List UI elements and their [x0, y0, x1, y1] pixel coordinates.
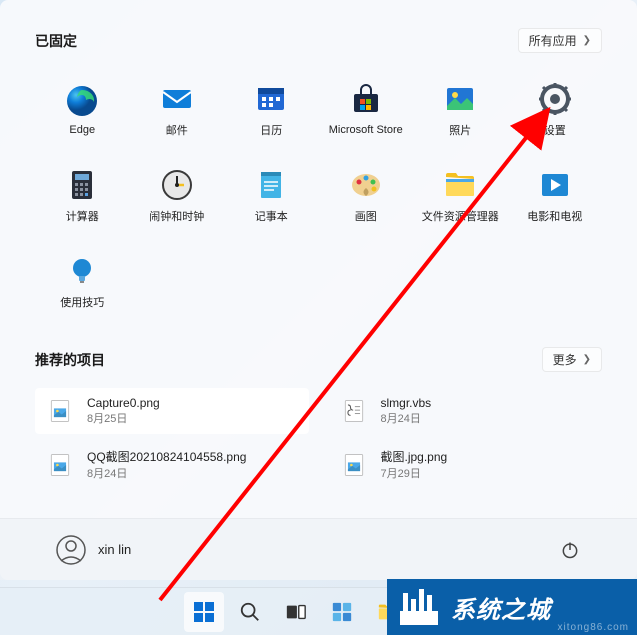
- store-icon: [349, 84, 383, 118]
- app-label: 记事本: [255, 208, 288, 224]
- app-label: 文件资源管理器: [422, 208, 499, 224]
- recommended-header: 推荐的项目 更多 ❯: [35, 347, 602, 372]
- power-button[interactable]: [551, 531, 589, 569]
- tips-icon: [65, 254, 99, 288]
- taskbar-taskview-button[interactable]: [276, 592, 316, 632]
- image-file-icon: [45, 450, 75, 480]
- file-name: Capture0.png: [87, 396, 160, 410]
- taskbar-widgets-button[interactable]: [322, 592, 362, 632]
- image-file-icon: [45, 396, 75, 426]
- start-menu: 已固定 所有应用 ❯ Edge 邮件: [0, 0, 637, 580]
- taskbar-start-button[interactable]: [184, 592, 224, 632]
- all-apps-label: 所有应用: [529, 32, 577, 49]
- file-date: 8月24日: [87, 465, 246, 481]
- app-tile-mail[interactable]: 邮件: [130, 69, 225, 151]
- app-label: 画图: [355, 208, 377, 224]
- clock-icon: [160, 168, 194, 202]
- user-power-row: xin lin: [0, 518, 637, 580]
- recommended-grid: Capture0.png 8月25日 slmgr.vbs 8月24日 Q: [35, 388, 602, 489]
- app-label: 使用技巧: [60, 294, 104, 310]
- watermark-logo-icon: [397, 585, 441, 629]
- app-label: 照片: [449, 122, 471, 138]
- app-label: 闹钟和时钟: [149, 208, 204, 224]
- photos-icon: [443, 82, 477, 116]
- app-tile-paint[interactable]: 画图: [319, 155, 414, 237]
- recommended-title: 推荐的项目: [35, 350, 105, 370]
- watermark-banner: 系统之城 xitong86.com: [387, 579, 637, 635]
- taskbar-search-button[interactable]: [230, 592, 270, 632]
- recommended-text: 截图.jpg.png 7月29日: [381, 448, 448, 481]
- power-icon: [560, 540, 580, 560]
- movies-icon: [538, 168, 572, 202]
- app-tile-photos[interactable]: 照片: [413, 69, 508, 151]
- all-apps-button[interactable]: 所有应用 ❯: [518, 28, 602, 53]
- recommended-item[interactable]: slmgr.vbs 8月24日: [329, 388, 603, 434]
- app-label: 日历: [260, 122, 282, 138]
- app-tile-clock[interactable]: 闹钟和时钟: [130, 155, 225, 237]
- pinned-header: 已固定 所有应用 ❯: [35, 28, 602, 53]
- app-tile-movies[interactable]: 电影和电视: [508, 155, 603, 237]
- taskview-icon: [285, 601, 307, 623]
- username: xin lin: [98, 542, 131, 557]
- image-file-icon: [339, 450, 369, 480]
- settings-icon: [538, 82, 572, 116]
- recommended-item[interactable]: 截图.jpg.png 7月29日: [329, 440, 603, 489]
- user-account-button[interactable]: xin lin: [48, 529, 139, 571]
- more-button[interactable]: 更多 ❯: [542, 347, 602, 372]
- app-label: 电影和电视: [527, 208, 582, 224]
- search-icon: [239, 601, 261, 623]
- more-label: 更多: [553, 351, 577, 368]
- recommended-text: Capture0.png 8月25日: [87, 396, 160, 426]
- file-date: 7月29日: [381, 465, 448, 481]
- paint-icon: [349, 168, 383, 202]
- file-date: 8月25日: [87, 410, 160, 426]
- file-name: 截图.jpg.png: [381, 448, 448, 465]
- recommended-section: 推荐的项目 更多 ❯ Capture0.png 8月25日: [35, 347, 602, 489]
- windows-icon: [192, 600, 216, 624]
- calculator-icon: [65, 168, 99, 202]
- app-tile-calculator[interactable]: 计算器: [35, 155, 130, 237]
- app-tile-explorer[interactable]: 文件资源管理器: [413, 155, 508, 237]
- recommended-item[interactable]: Capture0.png 8月25日: [35, 388, 309, 434]
- user-avatar-icon: [56, 535, 86, 565]
- explorer-icon: [443, 168, 477, 202]
- chevron-right-icon: ❯: [583, 354, 591, 365]
- app-tile-store[interactable]: Microsoft Store: [319, 69, 414, 151]
- file-name: slmgr.vbs: [381, 396, 432, 410]
- file-name: QQ截图20210824104558.png: [87, 448, 246, 465]
- app-label: Edge: [69, 124, 95, 136]
- recommended-text: QQ截图20210824104558.png 8月24日: [87, 448, 246, 481]
- app-tile-edge[interactable]: Edge: [35, 69, 130, 151]
- app-tile-settings[interactable]: 设置: [508, 69, 603, 151]
- pinned-grid: Edge 邮件 日历 Microsoft Store: [35, 69, 602, 323]
- app-tile-tips[interactable]: 使用技巧: [35, 241, 130, 323]
- mail-icon: [160, 82, 194, 116]
- chevron-right-icon: ❯: [583, 35, 591, 46]
- app-label: Microsoft Store: [329, 124, 403, 136]
- recommended-item[interactable]: QQ截图20210824104558.png 8月24日: [35, 440, 309, 489]
- app-label: 计算器: [66, 208, 99, 224]
- edge-icon: [65, 84, 99, 118]
- notepad-icon: [254, 168, 288, 202]
- recommended-text: slmgr.vbs 8月24日: [381, 396, 432, 426]
- script-file-icon: [339, 396, 369, 426]
- calendar-icon: [254, 82, 288, 116]
- app-label: 邮件: [166, 122, 188, 138]
- app-tile-calendar[interactable]: 日历: [224, 69, 319, 151]
- widgets-icon: [331, 601, 353, 623]
- pinned-section: 已固定 所有应用 ❯ Edge 邮件: [35, 28, 602, 323]
- app-label: 设置: [544, 122, 566, 138]
- file-date: 8月24日: [381, 410, 432, 426]
- app-tile-notepad[interactable]: 记事本: [224, 155, 319, 237]
- watermark-text: 系统之城: [451, 590, 551, 625]
- watermark-sub: xitong86.com: [558, 622, 629, 633]
- pinned-title: 已固定: [35, 31, 77, 51]
